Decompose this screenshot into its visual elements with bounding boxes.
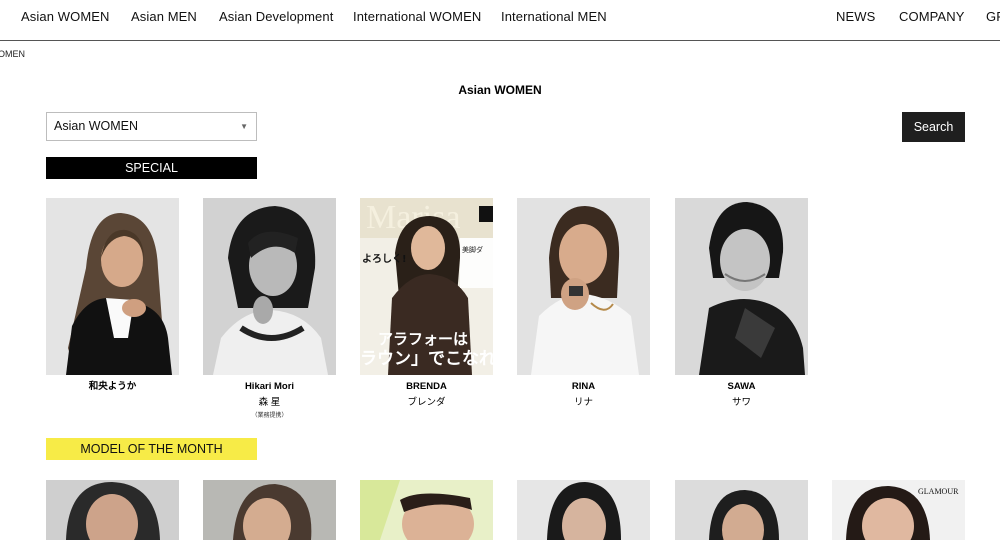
nav-asian-men[interactable]: Asian MEN — [131, 9, 197, 24]
model-photo[interactable] — [46, 198, 179, 375]
page-title: Asian WOMEN — [458, 83, 542, 97]
category-select[interactable]: Asian WOMEN ▼ — [46, 112, 257, 141]
top-navigation: Asian WOMEN Asian MEN Asian Development … — [0, 0, 1000, 41]
model-card[interactable]: 和央ようか — [46, 198, 179, 392]
model-name: Hikari Mori — [244, 381, 295, 392]
nav-international-men[interactable]: International MEN — [501, 9, 607, 24]
magazine-headline: アラフォーは — [378, 330, 468, 348]
model-name: SAWA — [727, 381, 756, 392]
search-button[interactable]: Search — [902, 112, 965, 142]
model-photo[interactable]: Marisa 美脚ダ よろしく! アラフォーは ラウン」でこなれ — [360, 198, 493, 375]
category-select-value: Asian WOMEN — [54, 119, 139, 133]
model-card[interactable]: RINA リナ — [517, 198, 650, 408]
model-note: （業務提携） — [251, 413, 288, 419]
model-name: BRENDA — [406, 381, 447, 392]
dropdown-arrow-icon: ▼ — [240, 122, 248, 131]
nav-company[interactable]: COMPANY — [899, 9, 964, 24]
magazine-side-text: よろしく! — [362, 253, 407, 265]
model-card[interactable]: SAWA サワ — [675, 198, 808, 408]
breadcrumb[interactable]: OMEN — [0, 49, 25, 59]
model-name: 和央ようか — [88, 381, 137, 392]
model-name-japanese: ブレンダ — [407, 397, 446, 408]
model-photo[interactable] — [675, 198, 808, 375]
special-section-banner: SPECIAL — [46, 157, 257, 179]
model-name-japanese: 森 星 — [258, 397, 281, 408]
magazine-headline: ラウン」でこなれ — [360, 349, 493, 369]
month-model-photo[interactable] — [46, 480, 179, 540]
nav-asian-development[interactable]: Asian Development — [219, 9, 333, 24]
month-model-photo[interactable]: GLAMOUR — [832, 480, 965, 540]
month-model-photo[interactable] — [517, 480, 650, 540]
model-card[interactable]: Hikari Mori 森 星 （業務提携） — [203, 198, 336, 419]
model-name: RINA — [571, 381, 596, 392]
model-photo[interactable] — [203, 198, 336, 375]
model-card[interactable]: Marisa 美脚ダ よろしく! アラフォーは ラウン」でこなれ BRENDA … — [360, 198, 493, 408]
model-name-japanese: リナ — [573, 397, 593, 408]
model-photo[interactable] — [517, 198, 650, 375]
month-model-photo[interactable] — [360, 480, 493, 540]
model-of-the-month-banner: MODEL OF THE MONTH — [46, 438, 257, 460]
nav-gr[interactable]: GR — [986, 9, 1000, 24]
month-model-photo[interactable] — [203, 480, 336, 540]
nav-international-women[interactable]: International WOMEN — [353, 9, 481, 24]
model-name-japanese: サワ — [731, 397, 751, 408]
nav-news[interactable]: NEWS — [836, 9, 875, 24]
month-model-photo[interactable] — [675, 480, 808, 540]
nav-asian-women[interactable]: Asian WOMEN — [21, 9, 110, 24]
magazine-side-text: 美脚ダ — [462, 245, 483, 254]
magazine-masthead: GLAMOUR — [918, 487, 959, 496]
